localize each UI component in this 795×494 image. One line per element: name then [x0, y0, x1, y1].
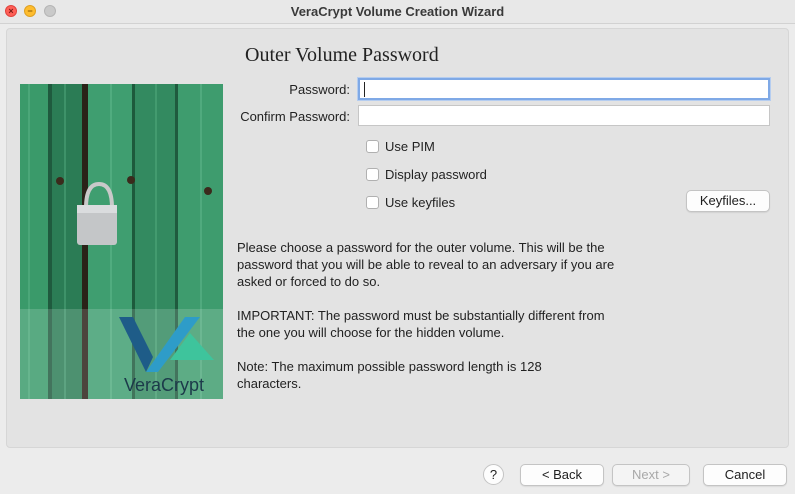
confirm-password-input[interactable]: [358, 105, 770, 126]
text-cursor: [364, 82, 365, 97]
page-title: Outer Volume Password: [245, 44, 439, 66]
keyfiles-button[interactable]: Keyfiles...: [686, 190, 770, 212]
back-button[interactable]: < Back: [520, 464, 604, 486]
veracrypt-logo-text: VeraCrypt: [124, 375, 204, 395]
cancel-button[interactable]: Cancel: [703, 464, 787, 486]
use-pim-checkbox[interactable]: [366, 140, 379, 153]
password-input[interactable]: [358, 78, 770, 100]
use-pim-label: Use PIM: [385, 139, 435, 154]
next-button[interactable]: Next >: [612, 464, 690, 486]
use-keyfiles-label: Use keyfiles: [385, 195, 456, 210]
wizard-banner-image: VeraCrypt: [20, 84, 223, 399]
use-keyfiles-checkbox[interactable]: [366, 196, 379, 209]
info-paragraph-outer-password: Please choose a password for the outer v…: [237, 240, 615, 289]
title-bar: × − VeraCrypt Volume Creation Wizard: [0, 0, 795, 24]
password-label: Password:: [289, 82, 350, 97]
display-password-checkbox[interactable]: [366, 168, 379, 181]
display-password-label: Display password: [385, 167, 487, 182]
info-paragraph-important: IMPORTANT: The password must be substant…: [237, 308, 605, 340]
confirm-password-label: Confirm Password:: [240, 109, 350, 124]
window-title: VeraCrypt Volume Creation Wizard: [290, 4, 505, 19]
help-button[interactable]: ?: [483, 464, 504, 485]
info-paragraph-max-length: Note: The maximum possible password leng…: [237, 359, 542, 391]
